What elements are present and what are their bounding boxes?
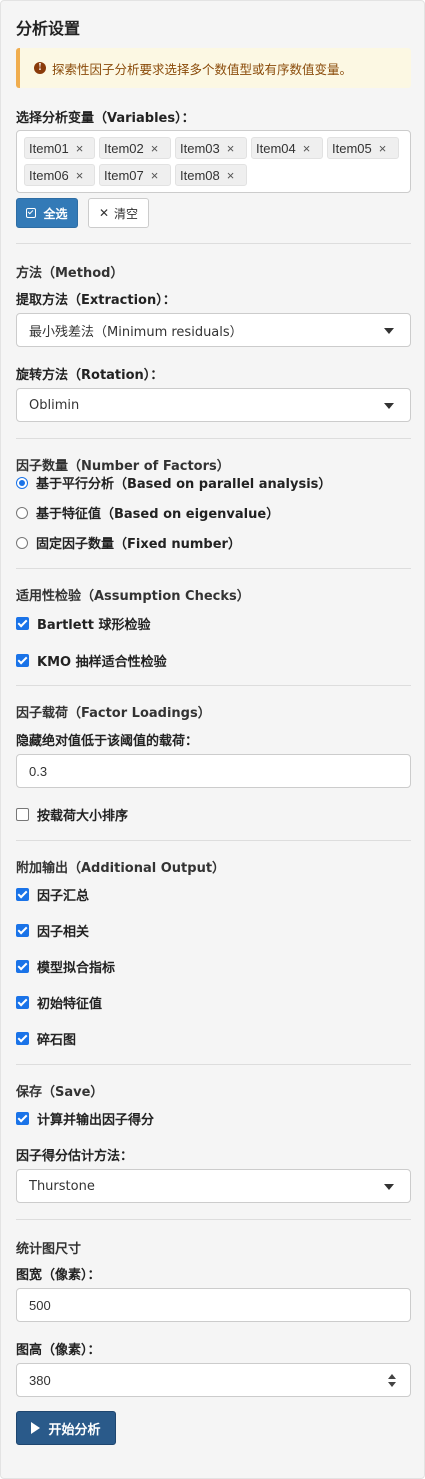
model-fit-checkbox[interactable]: 模型拟合指标 <box>16 957 115 976</box>
score-method-label: 因子得分估计方法： <box>16 1149 134 1164</box>
exclamation-circle-icon: ! <box>34 62 46 74</box>
method-header: 方法（Method） <box>16 266 124 281</box>
variable-chip[interactable]: Item05 × <box>327 137 399 159</box>
caret-down-icon <box>384 328 394 334</box>
remove-chip-icon[interactable]: × <box>76 141 84 156</box>
divider <box>16 1219 411 1220</box>
checkbox[interactable] <box>16 996 29 1009</box>
divider <box>16 840 411 841</box>
analysis-settings-panel: 分析设置 ! 探索性因子分析要求选择多个数值型或有序数值变量。 选择分析变量（V… <box>0 0 425 1479</box>
sort-loadings-checkbox[interactable]: 按载荷大小排序 <box>16 805 128 824</box>
scree-plot-checkbox[interactable]: 碎石图 <box>16 1029 76 1048</box>
checkbox[interactable] <box>16 960 29 973</box>
plot-width-input[interactable]: 500 <box>16 1288 411 1322</box>
remove-chip-icon[interactable]: × <box>151 141 159 156</box>
variable-chip[interactable]: Item02 × <box>99 137 171 159</box>
checkbox[interactable] <box>16 808 29 821</box>
remove-chip-icon[interactable]: × <box>227 168 235 183</box>
factor-option-parallel[interactable]: 基于平行分析（Based on parallel analysis） <box>16 473 331 492</box>
rotation-label: 旋转方法（Rotation）： <box>16 368 164 383</box>
divider <box>16 685 411 686</box>
hide-loadings-label: 隐藏绝对值低于该阈值的载荷： <box>16 734 199 749</box>
kmo-checkbox[interactable]: KMO 抽样适合性检验 <box>16 651 167 670</box>
checkbox[interactable] <box>16 617 29 630</box>
alert-text: 探索性因子分析要求选择多个数值型或有序数值变量。 <box>52 61 353 77</box>
plot-size-header: 统计图尺寸 <box>16 1242 82 1257</box>
play-icon <box>31 1422 41 1434</box>
divider <box>16 243 411 244</box>
divider <box>16 438 411 439</box>
times-icon: ✕ <box>98 206 110 220</box>
remove-chip-icon[interactable]: × <box>303 141 311 156</box>
select-all-button[interactable]: 全选 <box>16 198 78 228</box>
variables-label: 选择分析变量（Variables）： <box>16 111 195 126</box>
plot-width-label: 图宽（像素）： <box>16 1268 101 1283</box>
compute-scores-checkbox[interactable]: 计算并输出因子得分 <box>16 1109 154 1128</box>
spinner-icon[interactable] <box>388 1374 396 1387</box>
remove-chip-icon[interactable]: × <box>76 168 84 183</box>
run-analysis-button[interactable]: 开始分析 <box>16 1411 116 1445</box>
bartlett-checkbox[interactable]: Bartlett 球形检验 <box>16 614 151 633</box>
loading-threshold-input[interactable]: 0.3 <box>16 754 411 788</box>
factors-header: 因子数量（Number of Factors） <box>16 459 230 474</box>
extraction-label: 提取方法（Extraction）： <box>16 293 176 308</box>
divider <box>16 1064 411 1065</box>
variable-chip[interactable]: Item07 × <box>99 164 171 186</box>
check-square-icon <box>26 208 37 218</box>
variables-select[interactable]: Item01 × Item02 × Item03 × Item04 × Item05 × … <box>16 130 411 193</box>
variable-chip[interactable]: Item06 × <box>24 164 95 186</box>
factor-correlation-checkbox[interactable]: 因子相关 <box>16 921 89 940</box>
assumption-header: 适用性检验（Assumption Checks） <box>16 589 250 604</box>
loadings-header: 因子载荷（Factor Loadings） <box>16 706 211 721</box>
factor-option-fixed[interactable]: 固定因子数量（Fixed number） <box>16 533 241 552</box>
checkbox[interactable] <box>16 1032 29 1045</box>
remove-chip-icon[interactable]: × <box>379 141 387 156</box>
rotation-select[interactable]: Oblimin <box>16 388 411 422</box>
radio-button[interactable] <box>16 476 28 489</box>
clear-button[interactable]: ✕ 清空 <box>88 198 149 228</box>
checkbox[interactable] <box>16 924 29 937</box>
factor-option-eigenvalue[interactable]: 基于特征值（Based on eigenvalue） <box>16 503 279 522</box>
remove-chip-icon[interactable]: × <box>227 141 235 156</box>
save-header: 保存（Save） <box>16 1085 104 1100</box>
additional-header: 附加输出（Additional Output） <box>16 861 226 876</box>
score-method-select[interactable]: Thurstone <box>16 1169 411 1203</box>
warning-alert: ! 探索性因子分析要求选择多个数值型或有序数值变量。 <box>16 48 411 88</box>
remove-chip-icon[interactable]: × <box>151 168 159 183</box>
radio-button[interactable] <box>16 536 28 549</box>
checkbox[interactable] <box>16 888 29 901</box>
caret-down-icon <box>384 403 394 409</box>
extraction-select[interactable]: 最小残差法（Minimum residuals） <box>16 313 411 347</box>
radio-button[interactable] <box>16 506 28 519</box>
factor-summary-checkbox[interactable]: 因子汇总 <box>16 885 89 904</box>
variable-chip[interactable]: Item08 × <box>175 164 247 186</box>
panel-title: 分析设置 <box>16 19 81 38</box>
divider <box>16 568 411 569</box>
plot-height-label: 图高（像素）： <box>16 1343 101 1358</box>
variable-chip[interactable]: Item04 × <box>251 137 323 159</box>
variable-chip[interactable]: Item01 × <box>24 137 95 159</box>
checkbox[interactable] <box>16 1112 29 1125</box>
variable-chip[interactable]: Item03 × <box>175 137 247 159</box>
checkbox[interactable] <box>16 654 29 667</box>
initial-eigenvalues-checkbox[interactable]: 初始特征值 <box>16 993 102 1012</box>
plot-height-input[interactable]: 380 <box>16 1363 411 1397</box>
caret-down-icon <box>384 1184 394 1190</box>
